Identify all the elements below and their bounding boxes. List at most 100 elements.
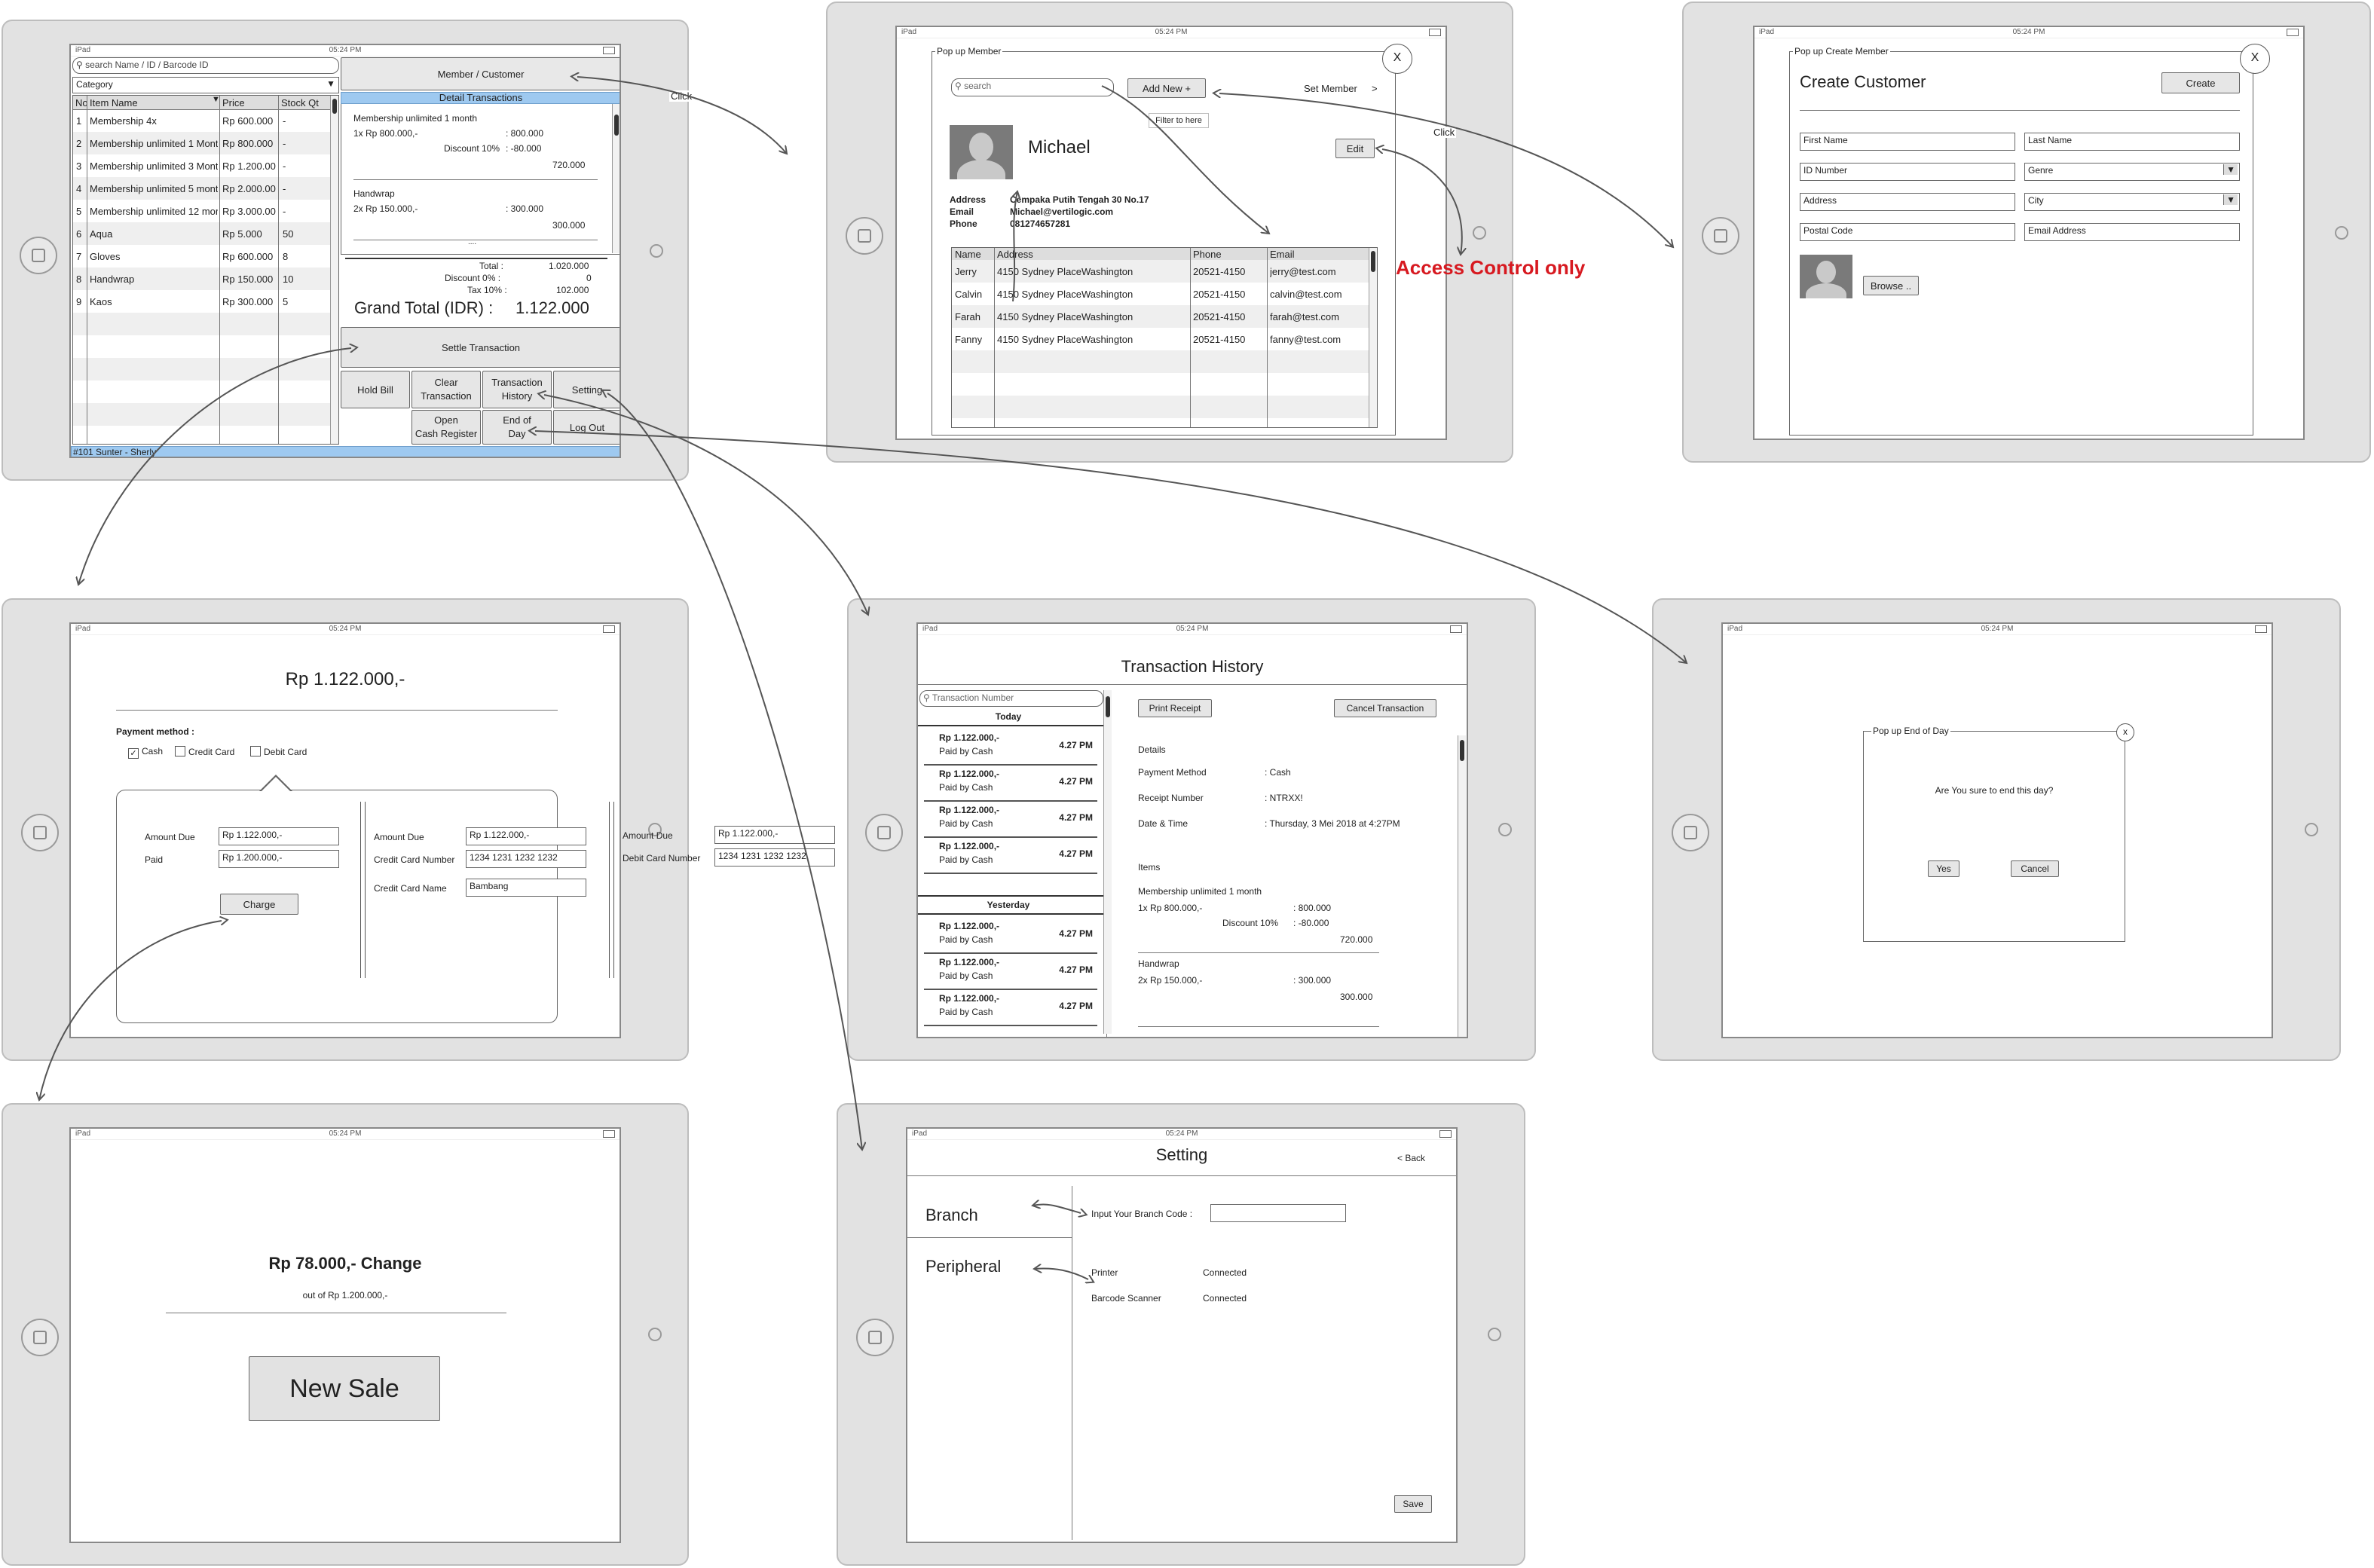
branch-code-input[interactable] [1210, 1204, 1346, 1222]
cc-number-field[interactable]: 1234 1231 1232 1232 [466, 850, 586, 868]
table-row[interactable] [73, 381, 338, 403]
first-name-field[interactable]: First Name [1800, 133, 2015, 151]
table-row[interactable]: 2 Membership unlimited 1 Mont Rp 800.000- [73, 132, 338, 154]
history-entry[interactable]: Rp 1.122.000,- Paid by Cash 4.27 PM [924, 916, 1097, 954]
table-row[interactable]: 5 Membership unlimited 12 mor Rp 3.000.00- [73, 200, 338, 222]
history-entry[interactable]: Rp 1.122.000,- Paid by Cash 4.27 PM [924, 989, 1097, 1026]
search-input[interactable]: ⚲ search Name / ID / Barcode ID [72, 57, 339, 74]
open-line2: Cash Register [415, 428, 478, 439]
history-entry[interactable]: Rp 1.122.000,- Paid by Cash 4.27 PM [924, 764, 1097, 802]
divider [918, 913, 1103, 915]
item-scrollbar[interactable] [330, 96, 338, 444]
sidebar-item-peripheral[interactable]: Peripheral [925, 1257, 1001, 1276]
last-name-field[interactable]: Last Name [2024, 133, 2240, 151]
divider [353, 179, 598, 180]
id-number-field[interactable]: ID Number [1800, 163, 2015, 181]
history-detail-scrollbar[interactable] [1458, 735, 1466, 1037]
amount-due-field[interactable]: Rp 1.122.000,- [219, 827, 339, 845]
print-receipt-button[interactable]: Print Receipt [1138, 699, 1212, 717]
detail-scrollbar[interactable] [612, 104, 620, 253]
table-row[interactable]: 7 Gloves Rp 600.000 8 [73, 245, 338, 267]
log-out-button[interactable]: Log Out [553, 410, 620, 445]
create-button[interactable]: Create [2161, 72, 2240, 93]
debit-card-option[interactable]: Debit Card [250, 746, 307, 757]
edit-button[interactable]: Edit [1335, 139, 1375, 158]
postal-code-field[interactable]: Postal Code [1800, 223, 2015, 241]
settle-transaction-button[interactable]: Settle Transaction [341, 327, 620, 368]
table-row[interactable]: Calvin 4150 Sydney PlaceWashington 20521-4… [952, 283, 1377, 305]
hold-bill-button[interactable]: Hold Bill [341, 371, 410, 408]
camera-dot [650, 244, 663, 258]
yes-button[interactable]: Yes [1928, 860, 1959, 877]
table-row[interactable]: 4 Membership unlimited 5 mont Rp 2.000.00- [73, 177, 338, 200]
add-new-button[interactable]: Add New + [1127, 78, 1206, 98]
clear-transaction-button[interactable]: Clear Transaction [411, 371, 481, 408]
category-select[interactable]: Category ▼ [72, 77, 339, 93]
table-row[interactable] [952, 418, 1377, 427]
table-row[interactable]: 3 Membership unlimited 3 Mont Rp 1.200.00- [73, 154, 338, 177]
dc-amount-due-field[interactable]: Rp 1.122.000,- [714, 826, 835, 844]
credit-card-checkbox[interactable] [175, 746, 185, 756]
open-cash-register-button[interactable]: Open Cash Register [411, 410, 481, 445]
home-button [865, 814, 903, 851]
transaction-history-button[interactable]: Transaction History [482, 371, 552, 408]
cc-amount-due-field[interactable]: Rp 1.122.000,- [466, 827, 586, 845]
row-price: Rp 800.000 [222, 138, 274, 149]
close-icon[interactable]: X [2240, 44, 2270, 74]
email-field[interactable]: Email Address [2024, 223, 2240, 241]
table-row[interactable]: 9 Kaos Rp 300.000 5 [73, 290, 338, 313]
close-icon[interactable]: x [2116, 723, 2134, 741]
end-of-day-button[interactable]: End of Day [482, 410, 552, 445]
sidebar-item-branch[interactable]: Branch [925, 1206, 978, 1225]
transaction-search-input[interactable]: ⚲ Transaction Number [919, 690, 1103, 707]
history-entry[interactable]: Rp 1.122.000,- Paid by Cash 4.27 PM [924, 728, 1097, 766]
table-row[interactable] [73, 358, 338, 381]
genre-select[interactable]: Genre ▼ [2024, 163, 2240, 181]
cc-name-field[interactable]: Bambang [466, 879, 586, 897]
table-row[interactable]: 6 Aqua Rp 5.000 50 [73, 222, 338, 245]
history-list-scrollbar[interactable] [1103, 690, 1112, 1034]
row-item-name: Membership unlimited 5 mont [90, 183, 218, 194]
history-entry[interactable]: Rp 1.122.000,- Paid by Cash 4.27 PM [924, 836, 1097, 874]
table-row[interactable] [73, 313, 338, 335]
table-row[interactable] [952, 373, 1377, 396]
address-field[interactable]: Address [1800, 193, 2015, 211]
credit-card-option[interactable]: Credit Card [175, 746, 234, 757]
setting-button[interactable]: Setting [553, 371, 620, 408]
debit-card-checkbox[interactable] [250, 746, 261, 756]
city-select[interactable]: City ▼ [2024, 193, 2240, 211]
table-row[interactable]: 1 Membership 4x Rp 600.000- [73, 109, 338, 132]
divider [907, 1175, 1456, 1176]
history-entry[interactable]: Rp 1.122.000,- Paid by Cash 4.27 PM [924, 952, 1097, 990]
member-scrollbar[interactable] [1369, 248, 1377, 427]
browse-button[interactable]: Browse .. [1863, 276, 1919, 295]
cash-option[interactable]: ✓ Cash [128, 746, 163, 759]
cancel-transaction-button[interactable]: Cancel Transaction [1334, 699, 1436, 717]
set-member-link[interactable]: Set Member [1304, 83, 1357, 94]
table-row[interactable] [952, 350, 1377, 373]
chevron-right-icon[interactable]: > [1372, 83, 1378, 94]
history-item2-qty: 2x Rp 150.000,- [1138, 975, 1203, 986]
new-sale-button[interactable]: New Sale [249, 1356, 440, 1421]
member-search-input[interactable]: ⚲ search [951, 78, 1114, 96]
paid-field[interactable]: Rp 1.200.000,- [219, 850, 339, 868]
back-link[interactable]: < Back [1397, 1153, 1425, 1163]
table-row[interactable] [73, 426, 338, 444]
charge-button[interactable]: Charge [220, 894, 298, 915]
table-row[interactable]: Fanny 4150 Sydney PlaceWashington 20521-41… [952, 328, 1377, 350]
table-row[interactable]: 8 Handwrap Rp 150.000 10 [73, 267, 338, 290]
table-row[interactable]: Farah 4150 Sydney PlaceWashington 20521-41… [952, 305, 1377, 328]
save-button[interactable]: Save [1394, 1495, 1432, 1513]
cancel-button[interactable]: Cancel [2011, 860, 2059, 877]
close-icon[interactable]: X [1382, 44, 1412, 74]
cash-checkbox[interactable]: ✓ [128, 748, 139, 759]
table-row[interactable] [73, 403, 338, 426]
table-row[interactable] [73, 335, 338, 358]
detail-item1-name: Membership unlimited 1 month [353, 113, 478, 124]
member-customer-button[interactable]: Member / Customer [341, 57, 620, 90]
history-entry[interactable]: Rp 1.122.000,- Paid by Cash 4.27 PM [924, 800, 1097, 838]
table-row[interactable] [952, 396, 1377, 418]
table-row[interactable]: Jerry 4150 Sydney PlaceWashington 20521-41… [952, 260, 1377, 283]
entry-method: Paid by Cash [939, 782, 993, 793]
dc-number-field[interactable]: 1234 1231 1232 1232 [714, 848, 835, 867]
